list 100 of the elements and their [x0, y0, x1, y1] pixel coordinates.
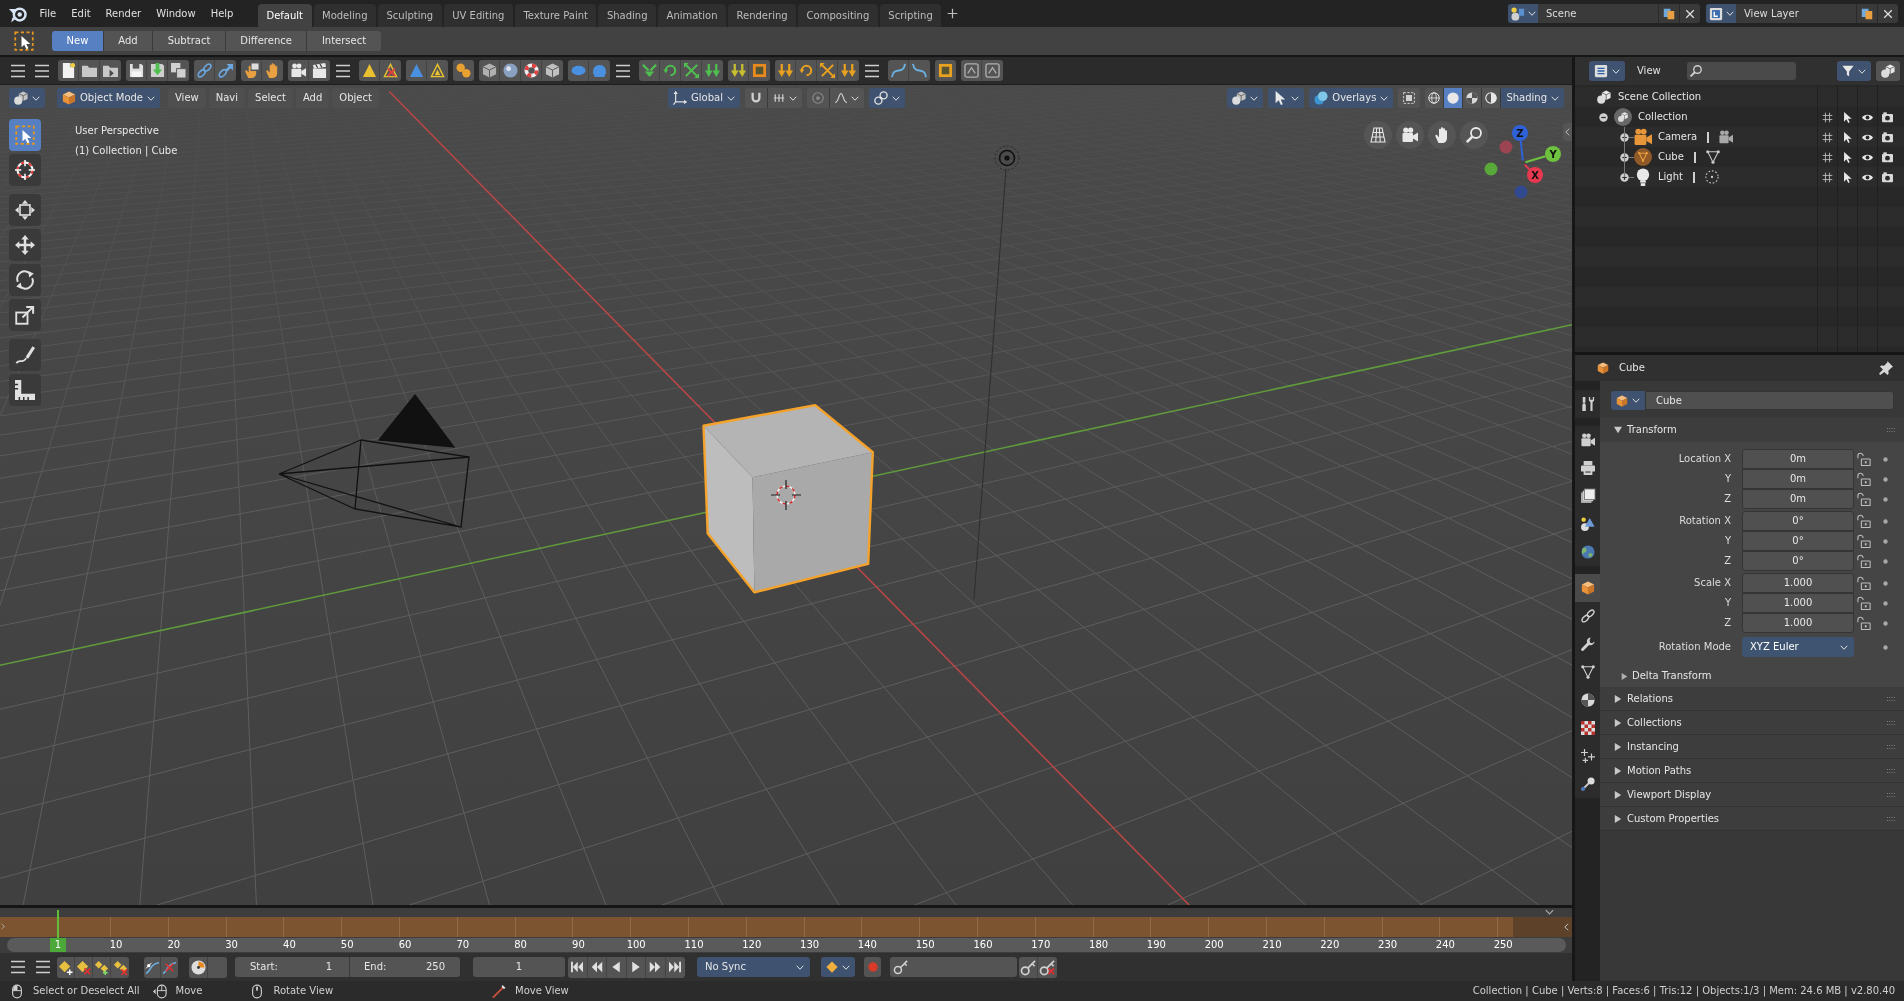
- axis-handle-icon[interactable]: [1499, 140, 1513, 154]
- toolbar-button[interactable]: [288, 60, 309, 81]
- number-field[interactable]: 0m: [1742, 449, 1854, 469]
- dot-icon[interactable]: [1883, 496, 1888, 502]
- end-frame-field[interactable]: End: 250: [350, 957, 460, 977]
- menu-icon[interactable]: [34, 62, 50, 79]
- dot-icon[interactable]: [1883, 580, 1888, 586]
- menu-item[interactable]: View: [1637, 65, 1661, 77]
- menu-button[interactable]: Select: [248, 88, 293, 108]
- tree-item-label[interactable]: Collection: [1638, 111, 1688, 123]
- pointer-icon[interactable]: [1841, 111, 1853, 123]
- grip-icon[interactable]: [1887, 696, 1895, 701]
- next-keyframe-button[interactable]: [646, 956, 666, 978]
- visibility-dropdown[interactable]: [1227, 88, 1264, 108]
- camera-view-button[interactable]: [1396, 121, 1424, 149]
- dot-icon[interactable]: [1883, 558, 1888, 564]
- xray-toggle[interactable]: [1398, 88, 1421, 108]
- zoom-button[interactable]: [1460, 121, 1488, 149]
- grip-icon[interactable]: [1887, 428, 1895, 432]
- panel-header[interactable]: Viewport Display: [1600, 783, 1904, 807]
- snap-target-dropdown[interactable]: [767, 88, 802, 108]
- current-frame-field[interactable]: 1: [473, 957, 565, 977]
- falloff-dropdown[interactable]: [829, 88, 864, 108]
- overlays-dropdown[interactable]: Overlays: [1309, 88, 1394, 108]
- chevron-left-icon[interactable]: [1564, 923, 1569, 931]
- shading-mode-button[interactable]: [1425, 88, 1445, 108]
- snap-toggle[interactable]: [744, 88, 768, 108]
- toolbar-button[interactable]: [189, 956, 208, 978]
- editor-type-dropdown[interactable]: [9, 88, 45, 108]
- tree-item-label[interactable]: Camera: [1658, 131, 1698, 143]
- workspace-tab[interactable]: Texture Paint: [514, 4, 597, 27]
- axis-handle-icon[interactable]: [1512, 125, 1528, 141]
- scene-name-field[interactable]: Scene: [1538, 4, 1658, 23]
- menu-icon[interactable]: [615, 62, 631, 79]
- workspace-tab[interactable]: Animation: [658, 4, 727, 27]
- hash-icon[interactable]: [1821, 131, 1833, 143]
- pivot-dropdown[interactable]: [868, 88, 905, 108]
- scene-type-dropdown[interactable]: [1508, 4, 1538, 23]
- add-icon[interactable]: [947, 8, 959, 19]
- grip-icon[interactable]: [1887, 720, 1895, 725]
- workspace-tab[interactable]: Scripting: [879, 4, 942, 27]
- dotted-circle-icon[interactable]: [1704, 170, 1719, 184]
- camera-icon[interactable]: [1719, 130, 1734, 144]
- workspace-tab[interactable]: Modeling: [313, 4, 376, 27]
- close-button[interactable]: [1877, 4, 1898, 23]
- plus-circle-icon[interactable]: [1620, 152, 1629, 162]
- dot-icon[interactable]: [1883, 620, 1888, 626]
- camera-icon[interactable]: [1881, 151, 1893, 163]
- number-field[interactable]: 1.000: [1742, 613, 1854, 633]
- workspace-tab[interactable]: Sculpting: [378, 4, 442, 27]
- shading-mode-button[interactable]: [1482, 88, 1502, 108]
- pointer-icon[interactable]: [1841, 151, 1853, 163]
- toolbar-button[interactable]: [144, 956, 161, 978]
- panel-header[interactable]: Custom Properties: [1600, 807, 1904, 831]
- toggle-button[interactable]: [208, 956, 227, 978]
- number-field[interactable]: 1.000: [1742, 573, 1854, 593]
- padlock-icon[interactable]: [1857, 514, 1871, 528]
- dot-icon[interactable]: [1883, 476, 1888, 482]
- jump-end-button[interactable]: [665, 956, 685, 978]
- play-button[interactable]: [626, 956, 646, 978]
- hash-icon[interactable]: [1821, 111, 1833, 123]
- dropdown[interactable]: XYZ Euler: [1742, 637, 1854, 657]
- grip-icon[interactable]: [1887, 768, 1895, 773]
- panel-header[interactable]: Relations: [1600, 687, 1904, 711]
- tool-button[interactable]: [9, 339, 41, 371]
- triangle-outline-icon[interactable]: [1705, 150, 1720, 164]
- view-layer-type-dropdown[interactable]: [1706, 4, 1736, 23]
- menu-icon[interactable]: [335, 62, 351, 79]
- menu-icon[interactable]: [35, 959, 51, 975]
- menu-item[interactable]: Edit: [63, 0, 99, 27]
- keying-set-field[interactable]: [890, 957, 1017, 977]
- workspace-tab[interactable]: Shading: [598, 4, 657, 27]
- camera-icon[interactable]: [1881, 131, 1893, 143]
- name-field[interactable]: Cube: [1645, 391, 1894, 410]
- tool-button[interactable]: [9, 229, 41, 261]
- cube-drawing[interactable]: [702, 403, 874, 594]
- toolbar-button[interactable]: [309, 60, 330, 81]
- camera-drawing[interactable]: [278, 393, 470, 528]
- play-reverse-button[interactable]: [607, 956, 627, 978]
- sync-dropdown[interactable]: No Sync: [697, 957, 810, 977]
- data-block-dropdown[interactable]: [1611, 391, 1645, 410]
- orientation-dropdown[interactable]: Global: [668, 88, 740, 108]
- toolbar-button[interactable]: [111, 956, 129, 978]
- editor-type-dropdown[interactable]: [1589, 61, 1625, 81]
- mode-button[interactable]: New: [52, 31, 104, 51]
- workspace-tab[interactable]: Default: [257, 4, 312, 27]
- number-field[interactable]: 0m: [1742, 489, 1854, 509]
- mode-button[interactable]: Subtract: [153, 31, 226, 51]
- toolbar-button[interactable]: [93, 956, 111, 978]
- toolbar-button[interactable]: [79, 60, 100, 81]
- padlock-icon[interactable]: [1857, 472, 1871, 486]
- toolbar-button[interactable]: [147, 60, 168, 81]
- toolbar-button[interactable]: [1038, 956, 1057, 978]
- axis-handle-icon[interactable]: [1484, 162, 1498, 176]
- panel-header[interactable]: Motion Paths: [1600, 759, 1904, 783]
- start-frame-field[interactable]: Start: 1: [235, 957, 350, 977]
- mode-button[interactable]: Difference: [225, 31, 308, 51]
- view-layer-name-field[interactable]: View Layer: [1736, 4, 1856, 23]
- tool-button[interactable]: [9, 154, 41, 186]
- number-field[interactable]: 0m: [1742, 469, 1854, 489]
